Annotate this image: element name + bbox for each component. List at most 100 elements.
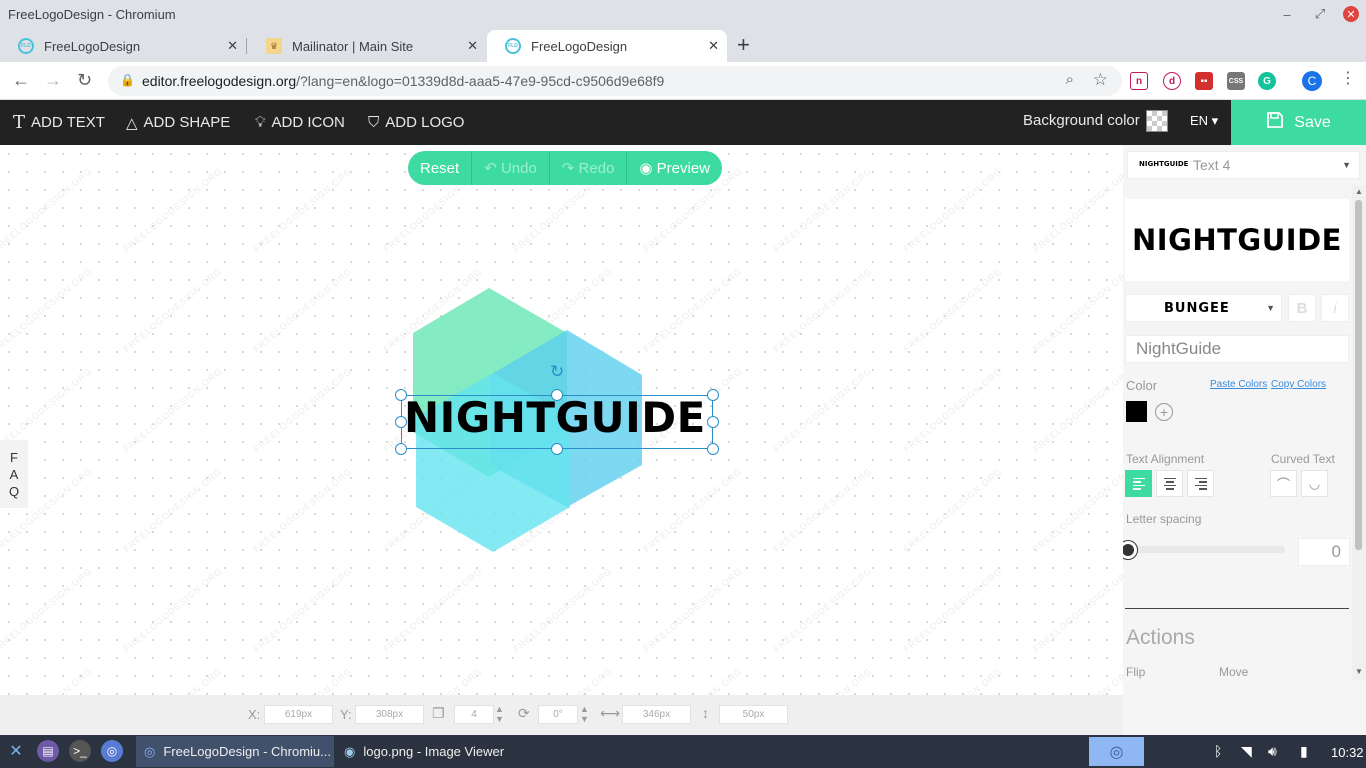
wifi-icon[interactable]: ◥ bbox=[1241, 743, 1252, 760]
address-bar[interactable]: 🔒 editor.freelogodesign.org/?lang=en&log… bbox=[108, 66, 1122, 96]
resize-handle-top-right[interactable] bbox=[707, 389, 719, 401]
width-icon: ⟷ bbox=[600, 705, 621, 721]
letter-spacing-slider-handle[interactable] bbox=[1123, 541, 1137, 559]
text-icon: T bbox=[13, 112, 26, 133]
resize-handle-top-left[interactable] bbox=[395, 389, 407, 401]
image-viewer-icon: ◉ bbox=[344, 743, 356, 759]
minimize-icon[interactable]: – bbox=[1276, 4, 1298, 24]
x-input[interactable]: 619px bbox=[264, 705, 333, 724]
curve-up-button[interactable]: ⌒ bbox=[1270, 470, 1297, 497]
height-input[interactable]: 50px bbox=[719, 705, 788, 724]
tab-close-icon[interactable]: ✕ bbox=[467, 38, 478, 54]
zoom-icon[interactable]: ⌕ bbox=[1066, 71, 1074, 88]
back-icon[interactable]: ← bbox=[12, 70, 30, 91]
chromium-icon: ◎ bbox=[144, 743, 156, 759]
width-input[interactable]: 346px bbox=[622, 705, 691, 724]
rotation-input[interactable]: 0° bbox=[538, 705, 578, 724]
reload-icon[interactable]: ↻ bbox=[77, 70, 92, 91]
rotate-handle-icon[interactable]: ↻ bbox=[550, 362, 564, 382]
curve-down-button[interactable]: ◡ bbox=[1301, 470, 1328, 497]
battery-icon[interactable]: ▮ bbox=[1300, 743, 1308, 760]
resize-handle-top[interactable] bbox=[551, 389, 563, 401]
terminal-icon[interactable]: >_ bbox=[69, 740, 91, 762]
language-selector[interactable]: EN ▾ bbox=[1190, 113, 1218, 129]
background-color-swatch[interactable] bbox=[1146, 110, 1168, 132]
tab-label: FreeLogoDesign bbox=[531, 38, 628, 54]
save-button[interactable]: Save bbox=[1231, 100, 1366, 145]
text-preview: NIGHTGUIDE bbox=[1125, 199, 1349, 281]
files-icon[interactable]: ▤ bbox=[37, 740, 59, 762]
save-icon bbox=[1266, 111, 1284, 134]
volume-icon[interactable]: 🔊︎ bbox=[1268, 743, 1277, 760]
font-select[interactable]: BUNGEE ▼ bbox=[1125, 294, 1282, 322]
scroll-up-icon[interactable]: ▲ bbox=[1355, 187, 1363, 196]
clock: 10:32 bbox=[1331, 745, 1364, 760]
close-window-icon[interactable]: ✕ bbox=[1343, 6, 1359, 22]
extension-tracker-icon[interactable]: n bbox=[1130, 72, 1148, 90]
text-input[interactable]: NightGuide bbox=[1125, 335, 1349, 363]
profile-avatar[interactable]: C bbox=[1302, 71, 1322, 91]
tab-freelogodesign-1[interactable]: FLD FreeLogoDesign ✕ bbox=[0, 30, 246, 62]
chromium-icon[interactable]: ◎ bbox=[101, 740, 123, 762]
new-tab-icon[interactable]: + bbox=[737, 34, 750, 56]
layer-stepper-icon[interactable]: ▲ ▼ bbox=[495, 704, 504, 724]
italic-button[interactable]: i bbox=[1321, 294, 1349, 322]
align-center-button[interactable] bbox=[1156, 470, 1183, 497]
layer-select[interactable]: NIGHTGUIDE Text 4 ▼ bbox=[1127, 151, 1360, 179]
add-text-button[interactable]: T ADD TEXT bbox=[13, 100, 105, 145]
add-color-icon[interactable]: + bbox=[1155, 403, 1173, 421]
panel-scrollbar[interactable]: ▲ ▼ bbox=[1352, 185, 1366, 680]
bookmark-star-icon[interactable]: ☆ bbox=[1093, 70, 1108, 90]
text-color-swatch[interactable] bbox=[1126, 401, 1147, 422]
resize-handle-left[interactable] bbox=[395, 416, 407, 428]
tab-separator bbox=[246, 38, 247, 54]
paste-colors-link[interactable]: Paste Colors bbox=[1210, 379, 1267, 390]
layer-order-input[interactable]: 4 bbox=[454, 705, 494, 724]
align-left-button[interactable] bbox=[1125, 470, 1152, 497]
freelogodesign-favicon-icon: FLD bbox=[505, 38, 521, 54]
tab-close-icon[interactable]: ✕ bbox=[227, 38, 238, 54]
extension-d-icon[interactable]: d bbox=[1163, 72, 1181, 90]
move-label: Move bbox=[1219, 665, 1249, 679]
bold-button[interactable]: B bbox=[1288, 294, 1316, 322]
resize-handle-bottom[interactable] bbox=[551, 443, 563, 455]
restore-icon[interactable]: ⤢ bbox=[1309, 4, 1331, 24]
letter-spacing-slider[interactable] bbox=[1129, 546, 1285, 553]
align-right-icon bbox=[1194, 477, 1207, 490]
extension-red-icon[interactable]: ▪▪ bbox=[1195, 72, 1213, 90]
extension-css-icon[interactable]: CSS bbox=[1227, 72, 1245, 90]
scrollbar-thumb[interactable] bbox=[1355, 200, 1362, 550]
resize-handle-bottom-left[interactable] bbox=[395, 443, 407, 455]
selection-box bbox=[401, 395, 713, 449]
faq-tab[interactable]: F A Q bbox=[0, 440, 28, 508]
taskbar-app-image-viewer[interactable]: ◉ logo.png - Image Viewer bbox=[336, 736, 536, 767]
y-input[interactable]: 308px bbox=[355, 705, 424, 724]
properties-panel: NIGHTGUIDE Text 4 ▼ NIGHTGUIDE BUNGEE ▼ … bbox=[1123, 145, 1366, 735]
copy-colors-link[interactable]: Copy Colors bbox=[1271, 379, 1326, 390]
add-shape-button[interactable]: △ ADD SHAPE bbox=[126, 100, 230, 145]
tab-mailinator[interactable]: ♛ Mailinator | Main Site ✕ bbox=[248, 30, 486, 62]
forward-icon[interactable]: → bbox=[44, 70, 62, 91]
design-canvas[interactable]: FREELOGODESIGN.ORG FREELOGODESIGN.ORG FREE… bbox=[0, 145, 1123, 695]
resize-handle-right[interactable] bbox=[707, 416, 719, 428]
scroll-down-icon[interactable]: ▼ bbox=[1355, 667, 1363, 676]
rotation-stepper-icon[interactable]: ▲ ▼ bbox=[580, 704, 589, 724]
add-logo-button[interactable]: ⛉ ADD LOGO bbox=[368, 100, 464, 145]
tab-freelogodesign-active[interactable]: FLD FreeLogoDesign ✕ bbox=[487, 30, 727, 62]
letter-spacing-input[interactable]: 0 bbox=[1298, 538, 1350, 566]
add-icon-button[interactable]: 💡︎ ADD ICON bbox=[255, 100, 345, 145]
tab-close-icon[interactable]: ✕ bbox=[708, 38, 719, 54]
bluetooth-icon[interactable]: ᛒ bbox=[1214, 743, 1222, 759]
triangle-icon: △ bbox=[126, 114, 138, 132]
align-right-button[interactable] bbox=[1187, 470, 1214, 497]
browser-menu-icon[interactable]: ⋮ bbox=[1340, 68, 1356, 88]
start-menu-icon[interactable]: ✕ bbox=[5, 740, 27, 762]
grammarly-icon[interactable]: G bbox=[1258, 72, 1276, 90]
actions-heading: Actions bbox=[1126, 626, 1195, 649]
workspace-preview[interactable]: ◎ bbox=[1089, 737, 1144, 766]
taskbar-app-chromium[interactable]: ◎ FreeLogoDesign - Chromiu... bbox=[136, 736, 334, 767]
resize-handle-bottom-right[interactable] bbox=[707, 443, 719, 455]
coordinate-bar: X: 619px Y: 308px ❐ 4 ▲ ▼ ⟳ 0° ▲ ▼ ⟷ 346px… bbox=[0, 695, 1123, 735]
flip-label: Flip bbox=[1126, 665, 1146, 679]
curve-down-icon: ◡ bbox=[1308, 475, 1321, 491]
